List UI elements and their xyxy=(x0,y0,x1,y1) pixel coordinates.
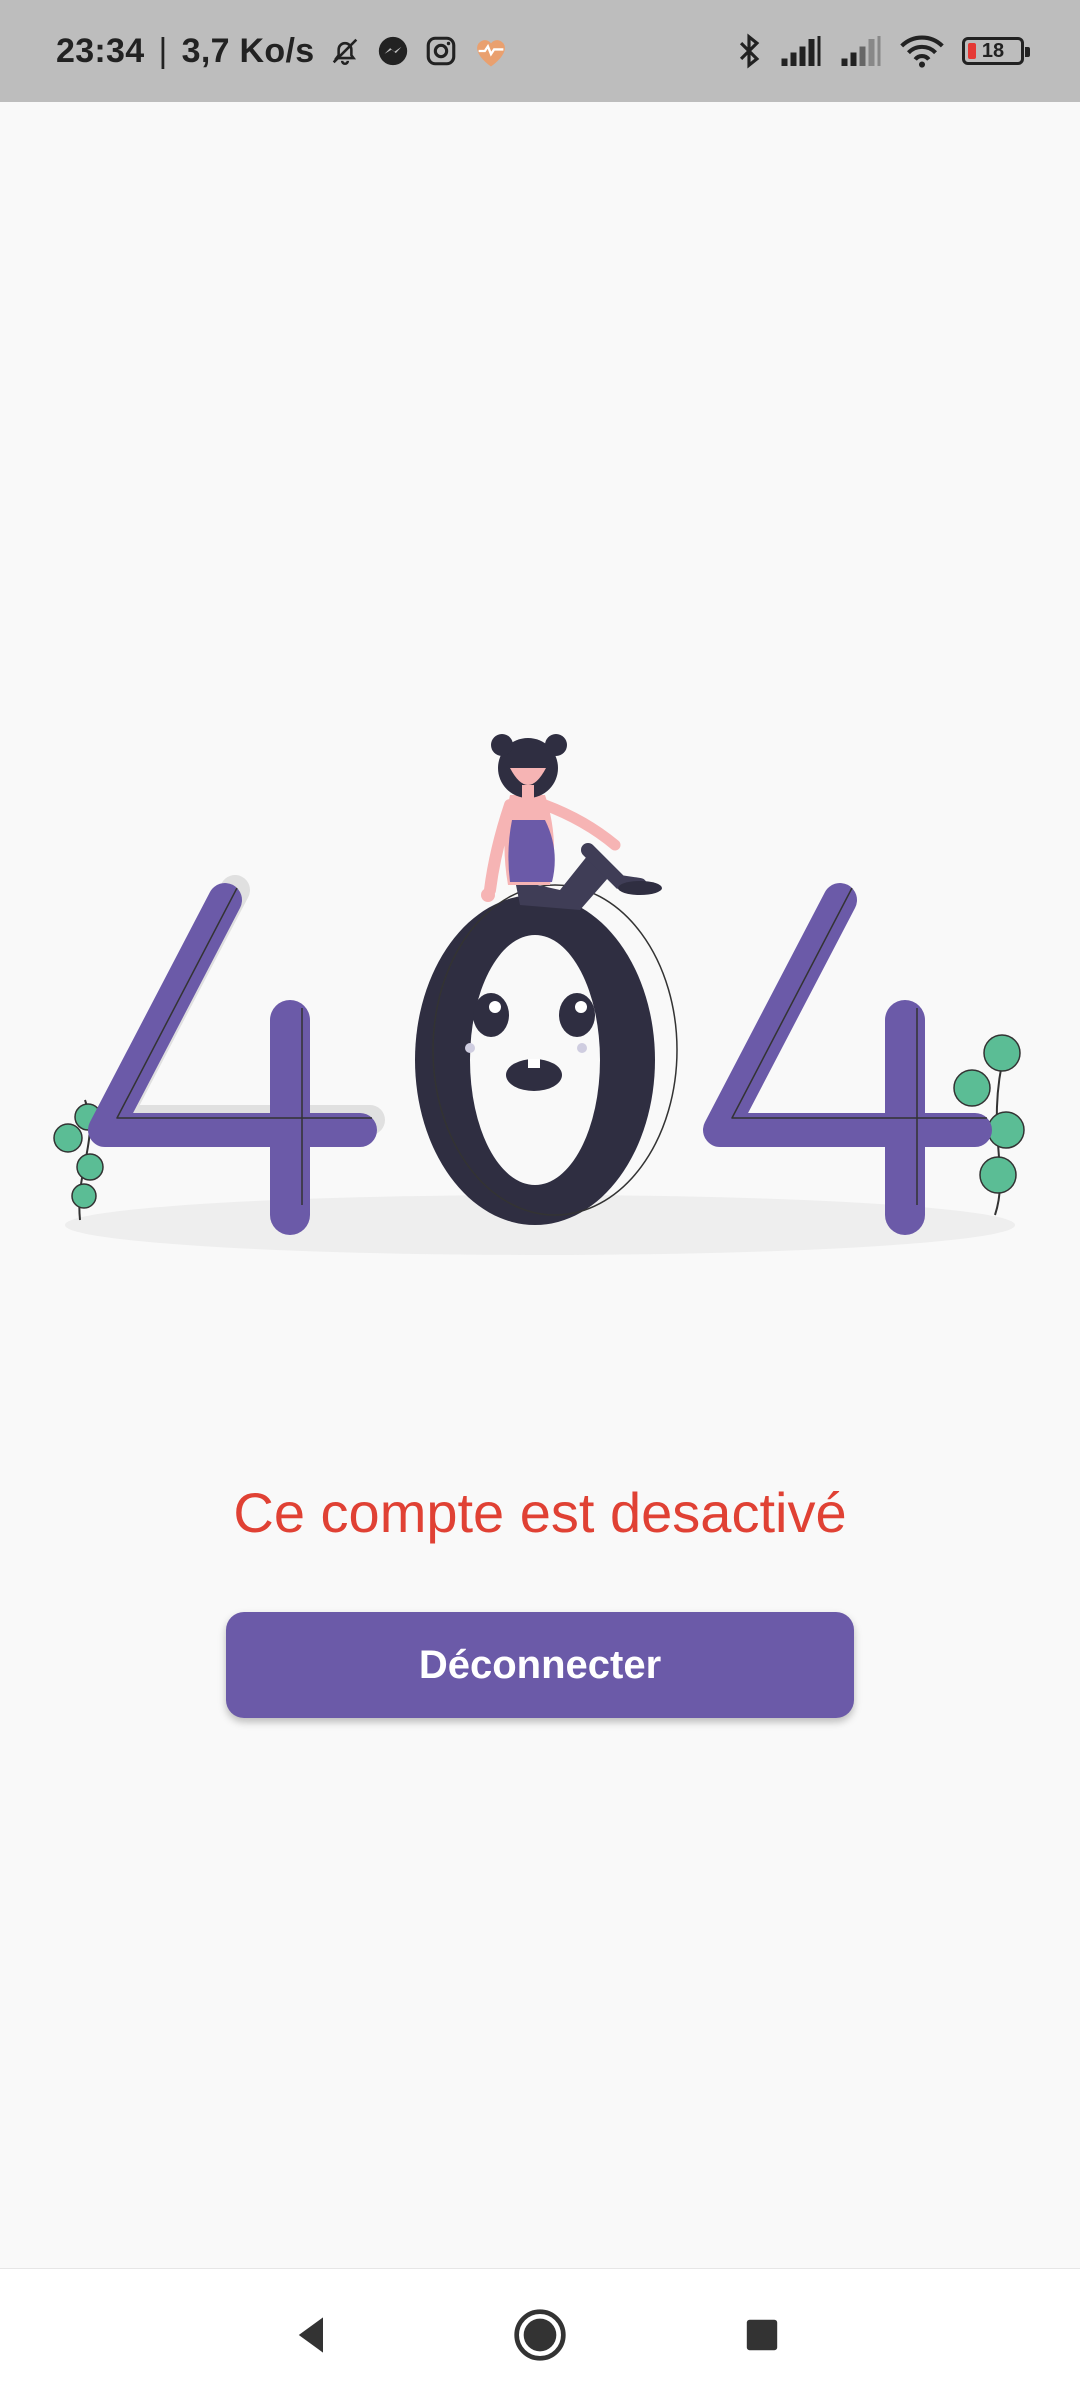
status-bar: 23:34 | 3,7 Ko/s 18 xyxy=(0,0,1080,102)
signal-icon-2 xyxy=(840,34,882,68)
status-right: 18 xyxy=(736,0,1030,102)
instagram-icon xyxy=(424,34,458,68)
account-disabled-message: Ce compte est desactivé xyxy=(233,1481,847,1544)
battery-icon: 18 xyxy=(962,37,1030,65)
network-speed: 3,7 Ko/s xyxy=(181,31,315,70)
bell-off-icon xyxy=(328,34,362,68)
status-left: 23:34 | 3,7 Ko/s xyxy=(56,0,510,102)
digit-4-right xyxy=(703,883,992,1235)
digit-4-left xyxy=(88,875,385,1235)
wifi-icon xyxy=(900,34,944,68)
navigation-bar xyxy=(0,2268,1080,2401)
digit-0 xyxy=(415,884,678,1225)
signal-icon xyxy=(780,34,822,68)
back-icon[interactable] xyxy=(252,2269,372,2401)
disconnect-button[interactable]: Déconnecter xyxy=(226,1612,854,1718)
bluetooth-icon xyxy=(736,32,762,70)
home-icon[interactable] xyxy=(480,2269,600,2401)
status-separator: | xyxy=(158,31,168,70)
battery-level: 18 xyxy=(981,39,1005,62)
error-404-illustration xyxy=(40,700,1040,1280)
status-time: 23:34 xyxy=(56,31,145,70)
recents-icon[interactable] xyxy=(702,2269,822,2401)
woman-illustration xyxy=(481,734,662,910)
messenger-icon xyxy=(376,34,410,68)
heart-health-icon xyxy=(472,34,510,68)
